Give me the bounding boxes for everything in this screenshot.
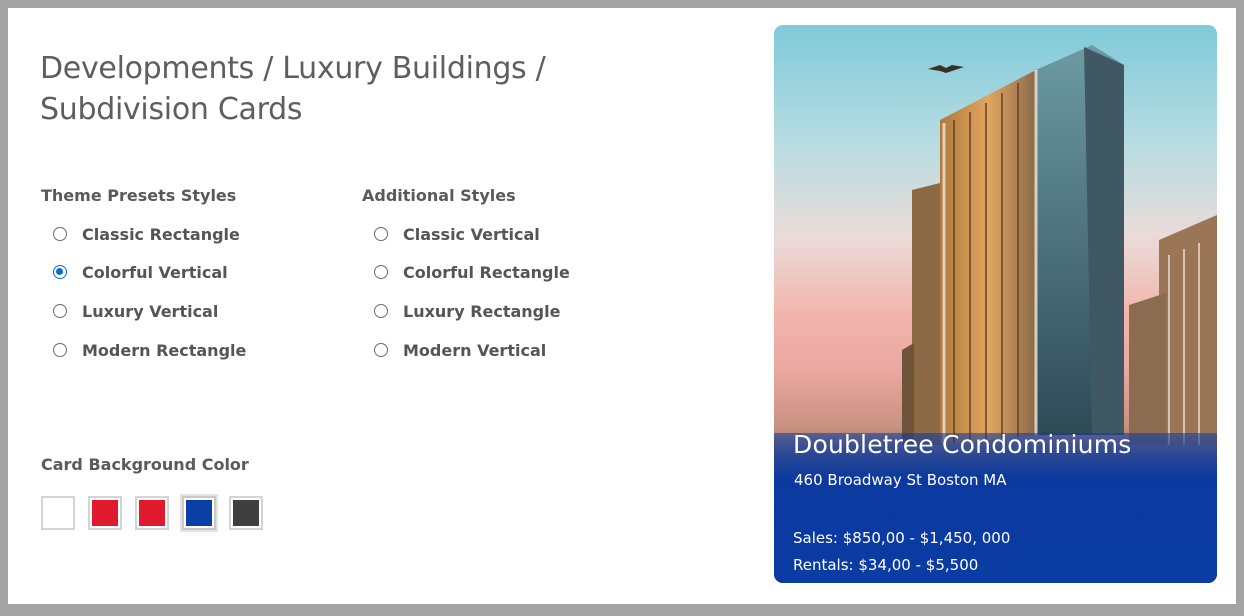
color-swatches (41, 496, 276, 530)
swatch-red[interactable] (88, 496, 122, 530)
radio-label: Classic Rectangle (82, 224, 240, 244)
swatch-fill (139, 500, 165, 526)
swatch-white[interactable] (41, 496, 75, 530)
page-title: Developments / Luxury Buildings / Subdiv… (40, 51, 546, 127)
radio-label: Luxury Vertical (82, 301, 219, 321)
radio-button[interactable] (374, 265, 388, 279)
settings-panel: Developments / Luxury Buildings / Subdiv… (8, 8, 1236, 604)
swatch-blue[interactable] (182, 496, 216, 530)
theme-presets-label: Theme Presets Styles (41, 186, 237, 205)
radio-label: Colorful Vertical (82, 262, 228, 282)
radio-luxury-vertical[interactable]: Luxury Vertical (53, 300, 218, 322)
swatch-fill (92, 500, 118, 526)
swatch-fill (186, 500, 212, 526)
radio-label: Modern Vertical (403, 340, 547, 360)
radio-button[interactable] (374, 304, 388, 318)
radio-label: Classic Vertical (403, 224, 540, 244)
additional-styles-label: Additional Styles (362, 186, 516, 205)
radio-button[interactable] (374, 343, 388, 357)
card-development-name: Doubletree Condominiums (793, 430, 1132, 459)
swatch-fill (45, 500, 71, 526)
radio-luxury-rectangle[interactable]: Luxury Rectangle (374, 300, 560, 322)
card-sales-price: Sales: $850,00 - $1,450, 000 (793, 529, 1011, 547)
radio-button-selected[interactable] (53, 265, 67, 279)
bird-icon (928, 65, 964, 73)
card-address: 460 Broadway St Boston MA (794, 471, 1007, 489)
radio-classic-vertical[interactable]: Classic Vertical (374, 223, 540, 245)
radio-colorful-rectangle[interactable]: Colorful Rectangle (374, 261, 570, 283)
card-background-color-label: Card Background Color (41, 455, 249, 474)
radio-modern-rectangle[interactable]: Modern Rectangle (53, 339, 246, 361)
subdivision-card-preview[interactable]: Doubletree Condominiums 460 Broadway St … (774, 25, 1217, 583)
radio-label: Luxury Rectangle (403, 301, 561, 321)
swatch-red-2[interactable] (135, 496, 169, 530)
swatch-fill (233, 500, 259, 526)
radio-button[interactable] (374, 227, 388, 241)
radio-button[interactable] (53, 227, 67, 241)
swatch-dark-gray[interactable] (229, 496, 263, 530)
radio-label: Colorful Rectangle (403, 262, 570, 282)
radio-button[interactable] (53, 304, 67, 318)
card-rental-price: Rentals: $34,00 - $5,500 (793, 556, 979, 574)
radio-colorful-vertical[interactable]: Colorful Vertical (53, 261, 228, 283)
radio-label: Modern Rectangle (82, 340, 247, 360)
radio-classic-rectangle[interactable]: Classic Rectangle (53, 223, 240, 245)
radio-modern-vertical[interactable]: Modern Vertical (374, 339, 546, 361)
radio-button[interactable] (53, 343, 67, 357)
